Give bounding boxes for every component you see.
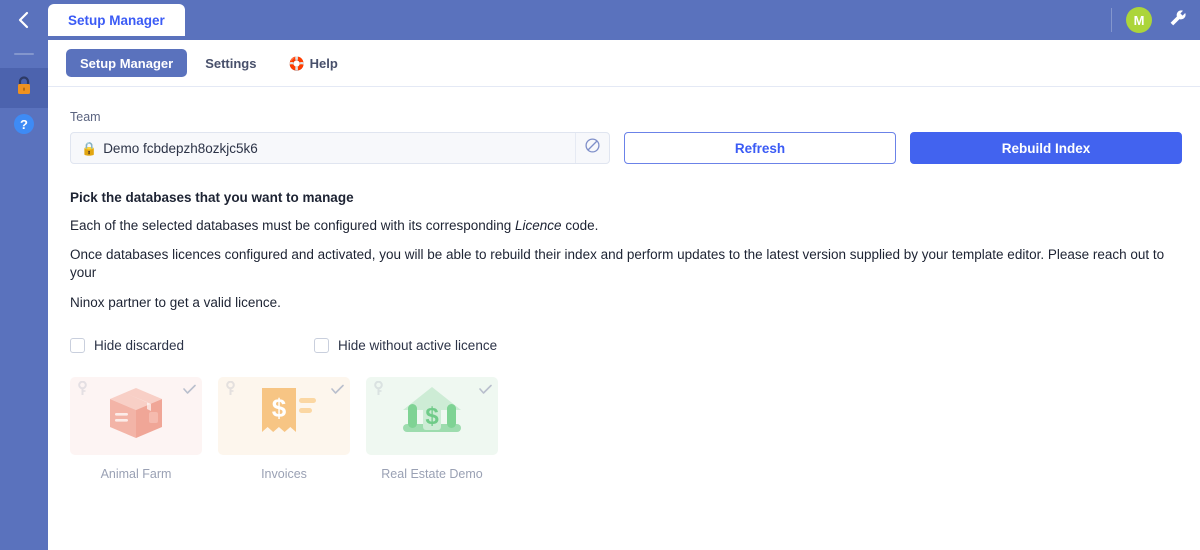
refresh-button[interactable]: Refresh: [624, 132, 896, 164]
description-line-3: Ninox partner to get a valid licence.: [70, 294, 1188, 312]
left-rail: ?: [0, 0, 48, 550]
card-thumbnail: $: [218, 377, 350, 455]
team-controls-row: 🔒 Demo fcbdepzh8ozkjc5k6 Refresh Rebuild…: [70, 132, 1188, 164]
back-button[interactable]: [0, 0, 48, 40]
tab-label: Setup Manager: [80, 56, 173, 71]
description-line-2: Once databases licences configured and a…: [70, 246, 1188, 282]
card-label: Invoices: [218, 467, 350, 481]
topbar-actions: M: [1111, 0, 1190, 40]
key-icon: [76, 381, 89, 401]
key-icon: [372, 381, 385, 401]
sidebar-item-help[interactable]: ?: [0, 110, 48, 138]
database-card-real-estate-demo[interactable]: $ Real Estate Demo: [366, 377, 498, 481]
check-icon: [331, 382, 344, 400]
checkbox-hide-without-active-licence[interactable]: Hide without active licence: [314, 338, 497, 353]
tab-setup-manager[interactable]: Setup Manager: [66, 49, 187, 77]
clear-team-button[interactable]: [575, 133, 609, 163]
check-icon: [183, 382, 196, 400]
avatar[interactable]: M: [1126, 7, 1152, 33]
licence-emphasis: Licence: [515, 218, 562, 233]
line1-post: code.: [562, 218, 599, 233]
svg-text:$: $: [272, 393, 287, 423]
main-content: Team 🔒 Demo fcbdepzh8ozkjc5k6 Refresh Re…: [48, 88, 1200, 550]
svg-text:$: $: [425, 403, 439, 430]
top-bar: Setup Manager M: [48, 0, 1200, 40]
database-card-grid: Animal Farm: [70, 377, 1188, 481]
bank-dollar-icon: $: [401, 384, 463, 447]
team-field-label: Team: [70, 110, 1188, 124]
tab-bar: Setup Manager Settings 🛟 Help: [48, 40, 1200, 87]
settings-wrench-button[interactable]: [1166, 8, 1190, 32]
circle-slash-icon: [584, 137, 601, 159]
lock-icon: [14, 75, 34, 102]
tab-label: Settings: [205, 56, 256, 71]
line1-pre: Each of the selected databases must be c…: [70, 218, 515, 233]
lifebuoy-icon: 🛟: [288, 57, 304, 70]
checkbox-hide-discarded[interactable]: Hide discarded: [70, 338, 314, 353]
checkbox-box[interactable]: [314, 338, 329, 353]
sidebar-item-setup-manager[interactable]: [0, 68, 48, 108]
card-thumbnail: $: [366, 377, 498, 455]
checkbox-label: Hide without active licence: [338, 338, 497, 353]
topbar-divider: [1111, 8, 1112, 32]
rail-divider: [14, 53, 34, 55]
receipt-dollar-icon: $: [252, 384, 316, 447]
card-thumbnail: [70, 377, 202, 455]
team-input[interactable]: 🔒 Demo fcbdepzh8ozkjc5k6: [70, 132, 610, 164]
tab-help[interactable]: 🛟 Help: [274, 49, 351, 77]
checkbox-label: Hide discarded: [94, 338, 184, 353]
wrench-icon: [1168, 8, 1188, 33]
card-label: Animal Farm: [70, 467, 202, 481]
key-icon: [224, 381, 237, 401]
question-mark-icon: ?: [14, 114, 34, 134]
browser-tab-setup-manager[interactable]: Setup Manager: [48, 4, 185, 36]
box-icon: [105, 384, 167, 447]
filter-row: Hide discarded Hide without active licen…: [70, 338, 1188, 353]
card-label: Real Estate Demo: [366, 467, 498, 481]
chevron-left-icon: [17, 10, 31, 30]
team-input-value: Demo fcbdepzh8ozkjc5k6: [103, 141, 258, 156]
description-block: Pick the databases that you want to mana…: [70, 190, 1188, 312]
check-icon: [479, 382, 492, 400]
description-line-1: Each of the selected databases must be c…: [70, 217, 1188, 235]
rebuild-index-button[interactable]: Rebuild Index: [910, 132, 1182, 164]
description-title: Pick the databases that you want to mana…: [70, 190, 1188, 205]
tab-label: Help: [310, 56, 338, 71]
database-card-animal-farm[interactable]: Animal Farm: [70, 377, 202, 481]
tab-settings[interactable]: Settings: [191, 49, 270, 77]
checkbox-box[interactable]: [70, 338, 85, 353]
app-window: ? Setup Manager M Setup Manager Settings: [0, 0, 1200, 550]
lock-emoji-icon: 🔒: [81, 142, 97, 155]
database-card-invoices[interactable]: $ Invoices: [218, 377, 350, 481]
